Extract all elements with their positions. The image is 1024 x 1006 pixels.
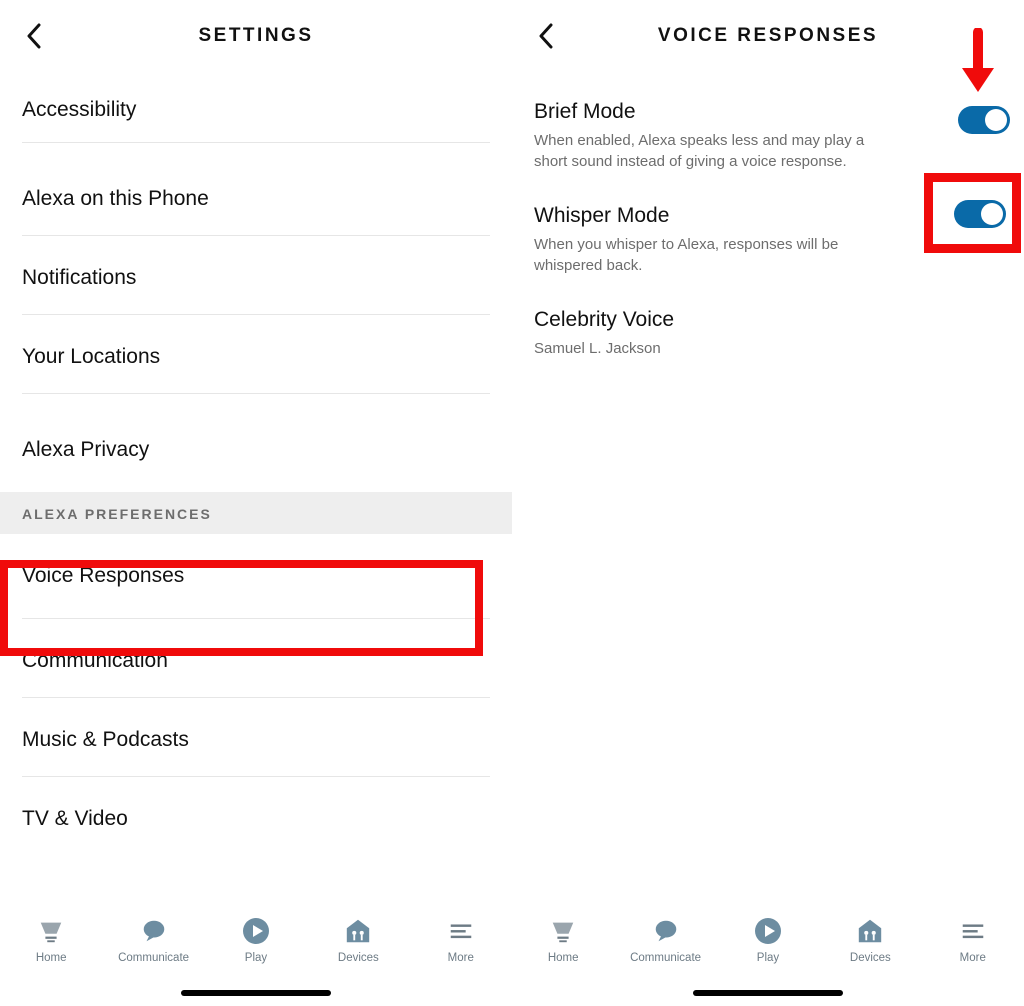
tab-label: Communicate [630, 952, 701, 964]
tab-label: Communicate [118, 952, 189, 964]
tab-bar: Home Communicate Play Devices [512, 906, 1024, 1006]
settings-item-notifications[interactable]: Notifications [0, 236, 512, 314]
tab-label: Home [548, 952, 579, 964]
settings-item-communication[interactable]: Communication [0, 619, 512, 697]
back-button[interactable] [532, 22, 560, 50]
home-icon [36, 916, 66, 946]
voice-responses-list: Brief Mode When enabled, Alexa speaks le… [512, 72, 1024, 1006]
tab-play[interactable]: Play [210, 916, 302, 964]
tab-label: More [960, 952, 986, 964]
settings-item-label: Voice Responses [22, 564, 490, 588]
settings-item-label: Notifications [22, 266, 490, 290]
tab-devices[interactable]: Devices [312, 916, 404, 964]
voice-responses-screen: VOICE RESPONSES Brief Mode When enabled,… [512, 0, 1024, 1006]
more-icon [958, 916, 988, 946]
devices-icon [343, 916, 373, 946]
tab-label: Play [245, 952, 267, 964]
settings-item-accessibility[interactable]: Accessibility [0, 78, 512, 142]
home-icon [548, 916, 578, 946]
whisper-mode-item[interactable]: Whisper Mode When you whisper to Alexa, … [512, 188, 1024, 292]
tab-more[interactable]: More [415, 916, 507, 964]
page-title: SETTINGS [198, 25, 313, 47]
settings-item-label: Music & Podcasts [22, 728, 490, 752]
home-indicator [181, 990, 331, 996]
communicate-icon [651, 916, 681, 946]
settings-item-alexa-phone[interactable]: Alexa on this Phone [0, 143, 512, 235]
settings-item-label: TV & Video [22, 807, 490, 831]
settings-item-locations[interactable]: Your Locations [0, 315, 512, 393]
tab-bar: Home Communicate Play Devices [0, 906, 512, 1006]
tab-label: Devices [338, 952, 379, 964]
play-icon [241, 916, 271, 946]
celebrity-voice-item[interactable]: Celebrity Voice Samuel L. Jackson [512, 292, 1024, 375]
toggle-knob [985, 109, 1007, 131]
toggle-knob [981, 203, 1003, 225]
tab-label: More [448, 952, 474, 964]
settings-item-music[interactable]: Music & Podcasts [0, 698, 512, 776]
settings-item-label: Accessibility [22, 98, 490, 122]
whisper-mode-toggle[interactable] [954, 200, 1006, 228]
brief-mode-item[interactable]: Brief Mode When enabled, Alexa speaks le… [512, 84, 1024, 188]
item-desc: When enabled, Alexa speaks less and may … [534, 130, 874, 172]
chevron-left-icon [538, 23, 554, 49]
tab-home[interactable]: Home [517, 916, 609, 964]
back-button[interactable] [20, 22, 48, 50]
play-icon [753, 916, 783, 946]
section-header-preferences: ALEXA PREFERENCES [0, 492, 512, 534]
settings-list[interactable]: Accessibility Alexa on this Phone Notifi… [0, 72, 512, 1006]
tab-devices[interactable]: Devices [824, 916, 916, 964]
item-desc: When you whisper to Alexa, responses wil… [534, 234, 874, 276]
chevron-left-icon [26, 23, 42, 49]
tab-label: Devices [850, 952, 891, 964]
tab-more[interactable]: More [927, 916, 1019, 964]
home-indicator [693, 990, 843, 996]
tab-play[interactable]: Play [722, 916, 814, 964]
settings-item-label: Alexa Privacy [22, 438, 490, 462]
item-title: Brief Mode [534, 100, 1002, 124]
tab-label: Play [757, 952, 779, 964]
devices-icon [855, 916, 885, 946]
page-title: VOICE RESPONSES [658, 25, 878, 47]
item-title: Celebrity Voice [534, 308, 1002, 332]
more-icon [446, 916, 476, 946]
settings-item-label: Your Locations [22, 345, 490, 369]
header: SETTINGS [0, 0, 512, 72]
settings-item-tv[interactable]: TV & Video [0, 777, 512, 851]
settings-item-label: Alexa on this Phone [22, 187, 490, 211]
item-title: Whisper Mode [534, 204, 1002, 228]
brief-mode-toggle[interactable] [958, 106, 1010, 134]
settings-item-privacy[interactable]: Alexa Privacy [0, 394, 512, 492]
settings-screen: SETTINGS Accessibility Alexa on this Pho… [0, 0, 512, 1006]
settings-item-label: Communication [22, 649, 490, 673]
tab-home[interactable]: Home [5, 916, 97, 964]
tab-label: Home [36, 952, 67, 964]
tab-communicate[interactable]: Communicate [108, 916, 200, 964]
tab-communicate[interactable]: Communicate [620, 916, 712, 964]
settings-item-voice-responses[interactable]: Voice Responses [0, 534, 512, 618]
header: VOICE RESPONSES [512, 0, 1024, 72]
communicate-icon [139, 916, 169, 946]
item-desc: Samuel L. Jackson [534, 338, 874, 359]
